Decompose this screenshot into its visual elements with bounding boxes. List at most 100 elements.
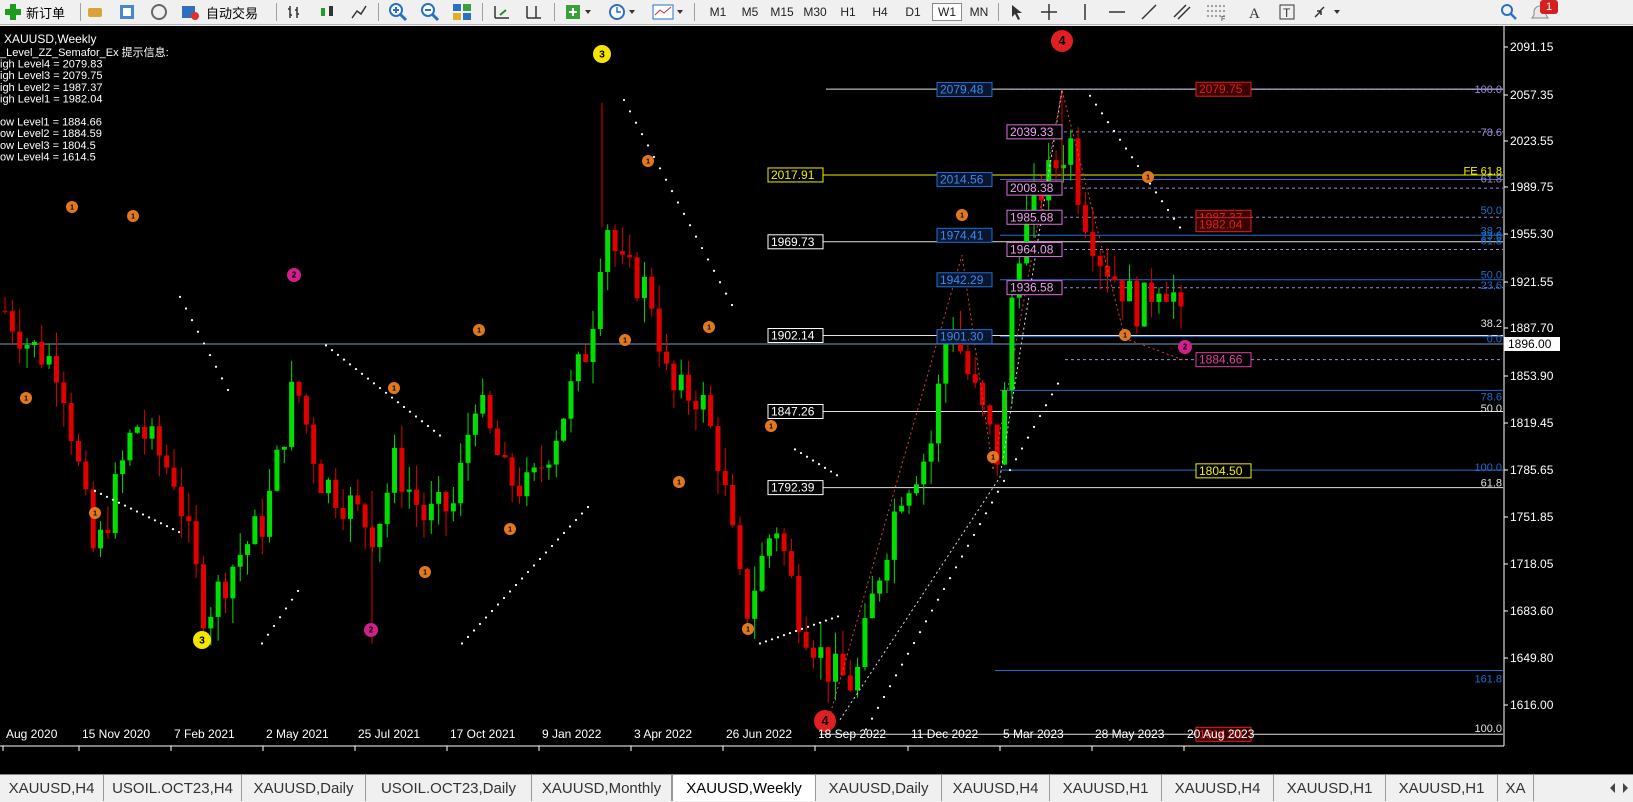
candle-body [303,395,309,425]
price-tick-label: 1955.30 [1510,227,1554,241]
pink-level-label: 1985.68 [1010,210,1054,224]
sar-dot [906,652,910,655]
sar-dot [372,382,376,385]
zoom-out-icon[interactable] [420,2,440,22]
chart-tab[interactable]: XAUUSD,H4 [942,775,1050,801]
white-fib-percent: 38.2 [1481,318,1502,330]
text-label-icon[interactable]: T [1278,2,1296,22]
candle-body [171,467,177,487]
timeframe-mn[interactable]: MN [964,3,994,21]
blue-level-label: 2014.56 [940,173,984,187]
periods-icon[interactable] [608,2,638,22]
timeframe-m1[interactable]: M1 [703,3,733,21]
timeframe-m15[interactable]: M15 [767,3,797,21]
price-tick-label: 2091.15 [1510,40,1554,54]
sar-dot [758,642,762,645]
sar-dot [490,609,494,613]
blue-fib-percent: 0.0 [1487,333,1502,345]
price-tick-label: 1751.85 [1510,510,1554,524]
timeframe-m30[interactable]: M30 [800,3,830,21]
semafor-label: 1 [960,212,964,219]
search-icon[interactable] [1500,2,1518,22]
cursor-icon[interactable] [1008,2,1026,22]
tile-windows-icon[interactable] [452,2,472,22]
market-watch-icon[interactable] [86,2,104,22]
sar-dot [1124,147,1128,150]
chart-tab[interactable]: XAUUSD,Weekly [672,775,816,801]
crosshair-icon[interactable] [1040,2,1058,22]
tab-scroll-arrows-icon[interactable] [1604,775,1633,801]
candle-body [1082,204,1088,232]
chart-tab[interactable]: USOIL.OCT23,H4 [104,775,242,801]
chart-tab[interactable]: XAUUSD,Daily [816,775,942,801]
auto-trading-button[interactable]: 自动交易 [180,2,258,22]
bar-chart-icon[interactable] [286,2,304,22]
line-chart-icon[interactable] [350,2,368,22]
candle-body [465,434,471,463]
chart-tab[interactable]: XAUUSD,Daily [242,775,366,801]
horizontal-line-icon[interactable] [1108,2,1126,22]
svg-text:T: T [1283,6,1291,20]
chart-tab[interactable]: XAUUSD,H1 [1274,775,1386,801]
timeframe-h1[interactable]: H1 [833,3,863,21]
candle-body [921,461,927,485]
templates-icon[interactable] [652,2,686,22]
candle-body [744,569,750,619]
candle-body [120,460,126,475]
autoscroll-icon[interactable] [492,2,512,22]
chart-tab[interactable]: XAUUSD,H4 [0,775,104,801]
chart-tab[interactable]: XAUUSD,H4 [1162,775,1274,801]
time-tick-label: 20 Aug 2023 [1187,727,1255,741]
sar-dot [184,307,188,310]
semafor-label: 2 [1183,343,1188,352]
new-order-button[interactable]: 新订单 [4,2,65,22]
sar-dot [646,144,650,147]
chart-tab[interactable]: XAUUSD,Monthly [532,775,672,801]
candle-body [392,447,398,493]
arrows-icon[interactable] [1312,2,1342,22]
sar-dot [1178,226,1182,229]
blue-fib-percent: 100.0 [1474,84,1502,96]
indicator-info-line: ow Level4 = 1614.5 [0,151,96,163]
text-icon[interactable]: A [1246,2,1264,22]
semafor-label: 1 [707,324,711,331]
chart-tab[interactable]: XAUUSD,H1 [1050,775,1162,801]
candle-body [649,276,655,309]
candlestick-icon[interactable] [318,2,336,22]
timeframe-w1[interactable]: W1 [932,3,962,21]
timeframe-m5[interactable]: M5 [735,3,765,21]
sar-dot [882,695,886,699]
sar-dot [1002,479,1006,482]
price-chart[interactable]: 11111111111111111122233442017.911969.731… [0,26,1633,774]
indicators-icon[interactable] [564,2,594,22]
sar-dot [426,424,430,428]
candle-body [1075,138,1081,205]
navigator-icon[interactable] [118,2,136,22]
candle-body [164,455,170,468]
chart-shift-icon[interactable] [524,2,544,22]
candle-body [539,467,545,469]
timeframe-d1[interactable]: D1 [898,3,928,21]
semafor-label: 1 [392,385,396,392]
chart-tab[interactable]: USOIL.OCT23,Daily [366,775,532,801]
sar-dot [799,451,803,455]
sar-dot [260,642,264,645]
chart-window[interactable]: 1 1 1 1 1 1 1 1 1 1 1 1 1 1 1 1 1 1 2 2 2 3 3 4 4 2017.91 1969.73 1… [0,26,1633,774]
sar-dot [1020,447,1024,450]
sar-dot [724,292,728,295]
timeframe-h4[interactable]: H4 [865,3,895,21]
price-tick-label: 1989.75 [1510,180,1554,194]
candle-body [1127,280,1133,302]
chart-tab[interactable]: XAUUSD,H1 [1386,775,1498,801]
sar-dot [730,303,734,307]
sar-dot [990,501,994,504]
white-level-label: 1792.39 [771,481,815,495]
zoom-in-icon[interactable] [388,2,408,22]
vertical-line-icon[interactable] [1076,2,1094,22]
terminal-icon[interactable] [150,2,168,22]
sar-dot [770,638,774,641]
channel-icon[interactable] [1172,2,1192,22]
chart-tab[interactable]: XA [1498,775,1534,801]
fibonacci-icon[interactable]: F [1206,2,1228,22]
trendline-icon[interactable] [1140,2,1158,22]
